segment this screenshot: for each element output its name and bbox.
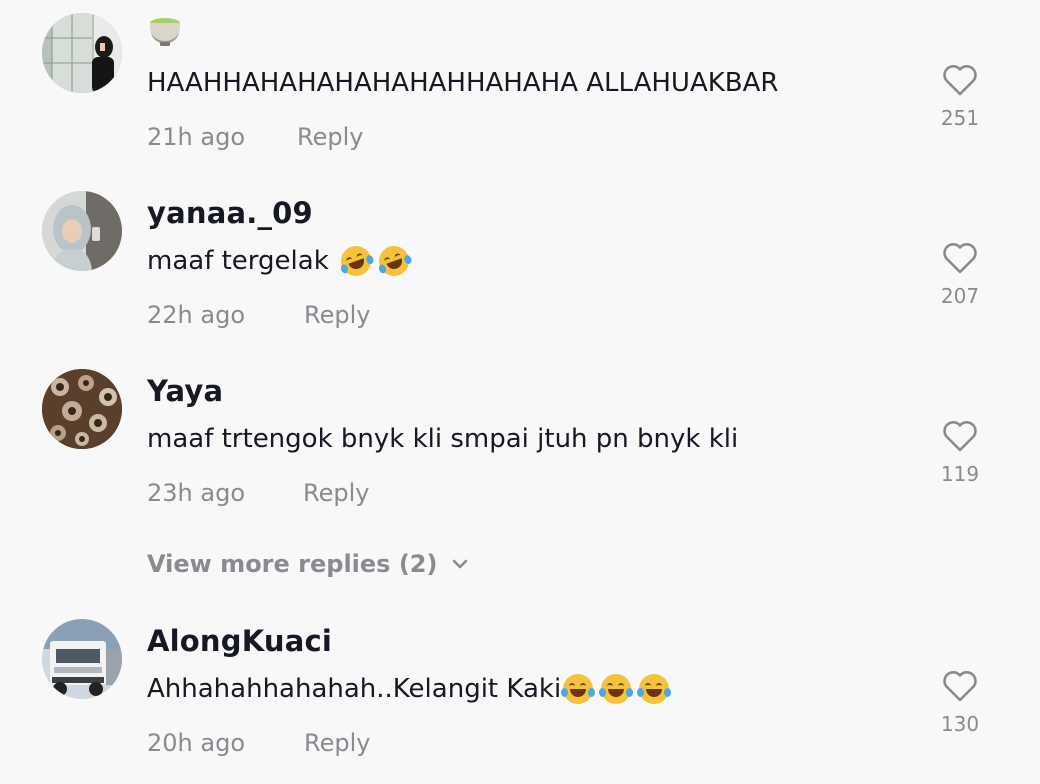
comment-username[interactable]: Yaya bbox=[147, 374, 223, 408]
comment-text: maaf trtengok bnyk kli smpai jtuh pn bny… bbox=[147, 424, 739, 454]
tea-emoji-icon bbox=[147, 16, 183, 48]
tears-of-joy-emoji-icon bbox=[637, 674, 672, 704]
comment-time: 22h ago bbox=[147, 301, 246, 329]
avatar-photo-woman-mirror-icon bbox=[42, 13, 122, 93]
rolling-laughing-emoji-icon bbox=[374, 241, 413, 281]
like-button[interactable]: 130 bbox=[930, 670, 990, 736]
like-button[interactable]: 207 bbox=[930, 242, 990, 308]
comment-meta: 21h ago Reply bbox=[147, 123, 363, 151]
comment-text-row: maaf tergelak bbox=[147, 241, 413, 281]
comment-text: maaf tergelak bbox=[147, 246, 329, 276]
heart-icon bbox=[943, 671, 977, 702]
reply-button[interactable]: Reply bbox=[304, 301, 370, 329]
tears-of-joy-emoji-icon bbox=[561, 674, 596, 704]
comment-time: 21h ago bbox=[147, 123, 246, 151]
comment-text-row: Ahhahahhahahah..Kelangit Kaki bbox=[147, 674, 672, 704]
like-count: 207 bbox=[940, 284, 980, 308]
like-count: 251 bbox=[940, 106, 980, 130]
avatar-photo-hijab-icon bbox=[42, 191, 122, 271]
rolling-laughing-emoji-icon bbox=[336, 241, 375, 281]
chevron-down-icon bbox=[453, 559, 468, 569]
comment-username[interactable]: AlongKuaci bbox=[147, 624, 332, 658]
heart-icon bbox=[943, 243, 977, 274]
like-button[interactable]: 251 bbox=[930, 64, 990, 130]
heart-icon bbox=[943, 421, 977, 452]
view-more-replies-button[interactable]: View more replies (2) bbox=[147, 550, 469, 578]
avatar[interactable] bbox=[42, 369, 122, 449]
comment-meta: 23h ago Reply bbox=[147, 479, 369, 507]
comment-time: 23h ago bbox=[147, 479, 246, 507]
reply-button[interactable]: Reply bbox=[297, 123, 363, 151]
comment-text: HAAHHAHAHAHAHAHAHHAHAHA ALLAHUAKBAR bbox=[147, 68, 779, 98]
avatar[interactable] bbox=[42, 191, 122, 271]
avatar[interactable] bbox=[42, 619, 122, 699]
avatar-photo-truck-icon bbox=[42, 619, 122, 699]
comment-text: Ahhahahhahahah..Kelangit Kaki bbox=[147, 674, 562, 704]
comment-time: 20h ago bbox=[147, 729, 246, 757]
avatar-photo-pattern-icon bbox=[42, 369, 122, 449]
reply-button[interactable]: Reply bbox=[303, 479, 369, 507]
heart-icon bbox=[943, 65, 977, 96]
like-button[interactable]: 119 bbox=[930, 420, 990, 486]
comment-username[interactable]: yanaa._09 bbox=[147, 196, 313, 230]
like-count: 119 bbox=[940, 462, 980, 486]
comment-meta: 20h ago Reply bbox=[147, 729, 370, 757]
comment-meta: 22h ago Reply bbox=[147, 301, 370, 329]
reply-button[interactable]: Reply bbox=[304, 729, 370, 757]
avatar[interactable] bbox=[42, 13, 122, 93]
view-more-replies-label: View more replies (2) bbox=[147, 550, 438, 578]
like-count: 130 bbox=[940, 712, 980, 736]
tears-of-joy-emoji-icon bbox=[599, 674, 634, 704]
